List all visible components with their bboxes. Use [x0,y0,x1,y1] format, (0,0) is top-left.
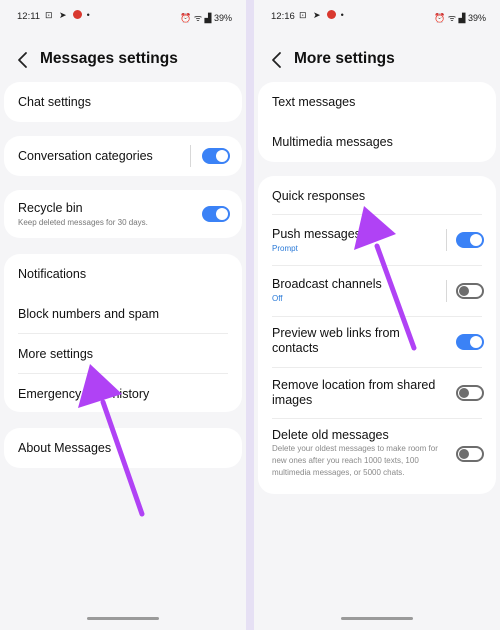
conversation-categories-row[interactable]: Conversation categories [4,136,242,176]
signal-icon: ▟ [458,13,466,23]
page-title: Messages settings [40,50,178,67]
status-bar: 12:16 ⊡ ➤ • ⏰ ᯤ ▟ 39% [254,0,500,30]
page-title: More settings [294,50,395,67]
block-numbers-row[interactable]: Block numbers and spam [4,294,242,332]
row-separator [446,280,447,302]
battery-percent: 39% [213,13,232,23]
wifi-icon: ᯤ [193,13,203,23]
gesture-bar [87,617,159,620]
notification-icons: ⊡ ➤ • [45,10,92,20]
recycle-bin-group: Recycle bin Keep deleted messages for 30… [4,190,242,238]
battery-percent: 39% [467,13,486,23]
delete-old-messages-label: Delete old messages [272,428,389,442]
signal-icon: ▟ [204,13,212,23]
row-separator [190,145,191,167]
back-button[interactable] [14,47,32,73]
multimedia-messages-row[interactable]: Multimedia messages [258,122,496,162]
recycle-bin-label: Recycle bin [18,201,83,215]
status-time: 12:16 [271,11,295,22]
gesture-bar [341,617,413,620]
push-messages-row[interactable]: Push messages Prompt [258,215,496,265]
messages-settings-screen: 12:11 ⊡ ➤ • ⏰ ᯤ ▟ 39% Messages settings … [0,0,246,630]
broadcast-channels-row[interactable]: Broadcast channels Off [258,266,496,316]
text-messages-row[interactable]: Text messages [258,82,496,122]
remove-location-label: Remove location from shared [272,378,436,392]
delete-old-messages-row[interactable]: Delete old messages Delete your oldest m… [258,419,496,494]
about-group: About Messages [4,428,242,468]
back-arrow-icon [272,52,281,68]
notification-badge-icon [327,10,337,19]
about-messages-label: About Messages [18,441,112,455]
recycle-bin-toggle[interactable] [202,206,230,222]
push-messages-status: Prompt [272,244,298,253]
back-arrow-icon [18,52,27,68]
broadcast-channels-status: Off [272,294,283,303]
conversation-categories-group: Conversation categories [4,136,242,176]
remove-location-label-line2: images [272,393,313,407]
conversation-categories-toggle[interactable] [202,148,230,164]
more-settings-label: More settings [18,347,94,361]
block-numbers-label: Block numbers and spam [18,307,160,321]
preview-web-links-row[interactable]: Preview web links from contacts [258,317,496,367]
wifi-icon: ᯤ [447,13,457,23]
delete-old-messages-toggle[interactable] [456,446,484,462]
chat-settings-label: Chat settings [18,95,91,109]
screen-header: Messages settings [0,44,246,76]
message-types-group: Text messages Multimedia messages [258,82,496,162]
conversation-categories-label: Conversation categories [18,149,153,163]
multimedia-messages-label: Multimedia messages [272,135,393,149]
quick-responses-label: Quick responses [272,189,366,203]
more-options-group: Quick responses Push messages Prompt Bro… [258,176,496,494]
back-button[interactable] [268,47,286,73]
emergency-alert-history-row[interactable]: Emergency alert history [4,374,242,412]
status-right: ⏰ ᯤ ▟ 39% [434,11,486,24]
broadcast-channels-toggle[interactable] [456,283,484,299]
row-separator [446,229,447,251]
preview-web-links-label-line2: contacts [272,341,319,355]
recycle-bin-row[interactable]: Recycle bin Keep deleted messages for 30… [4,190,242,238]
more-settings-screen: 12:16 ⊡ ➤ • ⏰ ᯤ ▟ 39% More settings Text… [254,0,500,630]
broadcast-channels-label: Broadcast channels [272,277,382,291]
chat-settings-group: Chat settings [4,82,242,122]
text-messages-label: Text messages [272,95,356,109]
status-right: ⏰ ᯤ ▟ 39% [180,11,232,24]
status-time: 12:11 [17,11,41,22]
more-settings-row[interactable]: More settings [4,334,242,372]
notifications-label: Notifications [18,267,87,281]
recycle-bin-description: Keep deleted messages for 30 days. [18,218,148,227]
notifications-row[interactable]: Notifications [4,254,242,292]
push-messages-label: Push messages [272,227,361,241]
alarm-icon: ⏰ [434,13,446,23]
notification-badge-icon [73,10,83,19]
about-messages-row[interactable]: About Messages [4,428,242,468]
preview-web-links-label: Preview web links from [272,326,400,340]
preview-web-links-toggle[interactable] [456,334,484,350]
delete-old-messages-description: Delete your oldest messages to make room… [272,444,438,477]
notification-icons: ⊡ ➤ • [299,10,346,20]
screen-header: More settings [254,44,500,76]
status-bar: 12:11 ⊡ ➤ • ⏰ ᯤ ▟ 39% [0,0,246,30]
push-messages-toggle[interactable] [456,232,484,248]
remove-location-toggle[interactable] [456,385,484,401]
alarm-icon: ⏰ [180,13,192,23]
settings-list-group: Notifications Block numbers and spam Mor… [4,254,242,412]
chat-settings-row[interactable]: Chat settings [4,82,242,122]
quick-responses-row[interactable]: Quick responses [258,176,496,214]
emergency-alert-history-label: Emergency alert history [18,387,150,401]
remove-location-row[interactable]: Remove location from shared images [258,368,496,418]
